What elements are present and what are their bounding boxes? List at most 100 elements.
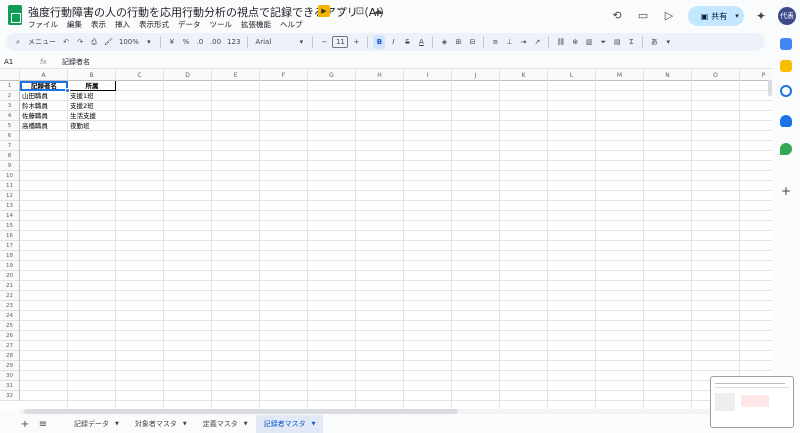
column-header[interactable]: O — [692, 70, 740, 81]
search-menu-icon[interactable]: ⌕ — [12, 35, 24, 49]
table-cell[interactable]: 佐藤職員 — [20, 111, 48, 121]
row-header[interactable]: 10 — [0, 171, 20, 181]
filter-icon[interactable]: ⏷ — [597, 35, 609, 49]
insert-chart-icon[interactable]: ▥ — [583, 35, 595, 49]
row-header[interactable]: 29 — [0, 361, 20, 371]
text-color-icon[interactable]: A — [415, 35, 427, 49]
row-header[interactable]: 5 — [0, 121, 20, 131]
horizontal-align-icon[interactable]: ≡ — [489, 35, 501, 49]
calendar-icon[interactable] — [780, 38, 792, 50]
column-header[interactable]: K — [500, 70, 548, 81]
percent-format-button[interactable]: % — [180, 35, 192, 49]
row-header[interactable]: 27 — [0, 341, 20, 351]
undo-icon[interactable]: ↶ — [60, 35, 72, 49]
sheet-tab[interactable]: 対象者マスタ ▼ — [127, 415, 195, 433]
row-header[interactable]: 32 — [0, 391, 20, 401]
row-header[interactable]: 6 — [0, 131, 20, 141]
menu-item[interactable]: データ — [178, 19, 201, 30]
font-size-increase-button[interactable]: + — [350, 35, 362, 49]
name-box[interactable]: A1 — [0, 58, 40, 66]
column-header[interactable]: P — [740, 70, 772, 81]
row-header[interactable]: 17 — [0, 241, 20, 251]
cloud-status-icon[interactable]: ☁ — [372, 5, 384, 17]
column-header[interactable]: A — [20, 70, 68, 81]
contacts-icon[interactable] — [780, 115, 792, 127]
font-size-input[interactable]: 11 — [332, 36, 349, 48]
table-cell[interactable]: 支援2班 — [68, 101, 94, 111]
row-header[interactable]: 12 — [0, 191, 20, 201]
row-header[interactable]: 19 — [0, 261, 20, 271]
menu-item[interactable]: 編集 — [67, 19, 82, 30]
zoom-select[interactable]: 100% — [117, 35, 141, 49]
row-header[interactable]: 31 — [0, 381, 20, 391]
all-sheets-icon[interactable]: ≡ — [34, 419, 52, 430]
row-header[interactable]: 15 — [0, 221, 20, 231]
row-header[interactable]: 26 — [0, 331, 20, 341]
merge-cells-icon[interactable]: ⊟ — [466, 35, 478, 49]
add-addon-icon[interactable]: + — [780, 185, 792, 197]
column-header[interactable]: N — [644, 70, 692, 81]
text-wrap-icon[interactable]: ⇥ — [517, 35, 529, 49]
version-history-icon[interactable]: ⟲ — [610, 9, 624, 23]
chevron-down-icon[interactable]: ▼ — [244, 421, 248, 427]
row-header[interactable]: 2 — [0, 91, 20, 101]
currency-format-button[interactable]: ¥ — [166, 35, 178, 49]
column-header[interactable]: L — [548, 70, 596, 81]
avatar[interactable]: 代表 — [778, 7, 797, 25]
decrease-decimal-button[interactable]: .0 — [194, 35, 206, 49]
row-header[interactable]: 7 — [0, 141, 20, 151]
row-header[interactable]: 22 — [0, 291, 20, 301]
row-header[interactable]: 8 — [0, 151, 20, 161]
table-cell[interactable]: 鈴木職員 — [20, 101, 48, 111]
menu-item[interactable]: 表示形式 — [139, 19, 169, 30]
horizontal-scrollbar[interactable] — [20, 409, 772, 414]
column-header[interactable]: I — [404, 70, 452, 81]
menu-item[interactable]: ファイル — [28, 19, 58, 30]
search-menu-label[interactable]: メニュー — [26, 35, 58, 49]
redo-icon[interactable]: ↷ — [74, 35, 86, 49]
functions-button[interactable]: Σ — [625, 35, 637, 49]
row-header[interactable]: 18 — [0, 251, 20, 261]
filter-views-icon[interactable]: ▤ — [611, 35, 623, 49]
gemini-icon[interactable]: ✦ — [756, 9, 766, 23]
insert-link-icon[interactable]: ⛓ — [554, 35, 567, 49]
column-header[interactable]: D — [164, 70, 212, 81]
row-header[interactable]: 14 — [0, 211, 20, 221]
italic-button[interactable]: I — [387, 35, 399, 49]
row-header[interactable]: 28 — [0, 351, 20, 361]
star-icon[interactable]: ☆ — [336, 5, 348, 17]
menu-item[interactable]: ツール — [210, 19, 233, 30]
fill-color-icon[interactable]: ◈ — [438, 35, 450, 49]
row-header[interactable]: 16 — [0, 231, 20, 241]
table-cell[interactable]: 夜勤班 — [68, 121, 90, 131]
menu-item[interactable]: 表示 — [91, 19, 106, 30]
vertical-align-icon[interactable]: ⊥ — [503, 35, 515, 49]
column-header[interactable]: E — [212, 70, 260, 81]
move-folder-icon[interactable]: ⊡ — [354, 5, 366, 17]
column-header[interactable]: J — [452, 70, 500, 81]
menu-item[interactable]: ヘルプ — [280, 19, 303, 30]
font-size-decrease-button[interactable]: − — [318, 35, 330, 49]
sheet-tab[interactable]: 記録データ ▼ — [66, 415, 127, 433]
font-select[interactable]: Arial — [253, 35, 293, 49]
input-tools-icon[interactable]: あ — [648, 35, 660, 49]
share-dropdown-button[interactable]: ▾ — [730, 6, 744, 26]
sheets-logo-icon[interactable] — [8, 5, 22, 25]
spreadsheet-grid[interactable]: ABCDEFGHIJKLMNOP 1 2 3 4 5 6 7 8 9 10 11 12 13 14 15 16… — [0, 70, 772, 410]
select-all-corner[interactable] — [0, 70, 20, 81]
meet-icon[interactable]: ▷ — [662, 9, 676, 23]
increase-decimal-button[interactable]: .00 — [208, 35, 223, 49]
table-cell[interactable]: 山田職員 — [20, 91, 48, 101]
column-header[interactable]: F — [260, 70, 308, 81]
row-header[interactable]: 20 — [0, 271, 20, 281]
sheet-tab[interactable]: 定義マスタ ▼ — [195, 415, 256, 433]
column-header[interactable]: C — [116, 70, 164, 81]
row-header[interactable]: 4 — [0, 111, 20, 121]
menu-item[interactable]: 挿入 — [115, 19, 130, 30]
row-header[interactable]: 3 — [0, 101, 20, 111]
row-header[interactable]: 1 — [0, 81, 20, 91]
print-icon[interactable]: ⎙ — [88, 35, 100, 49]
table-cell[interactable]: 支援1班 — [68, 91, 94, 101]
keep-icon[interactable] — [780, 60, 792, 72]
text-rotation-icon[interactable]: ↗ — [531, 35, 543, 49]
